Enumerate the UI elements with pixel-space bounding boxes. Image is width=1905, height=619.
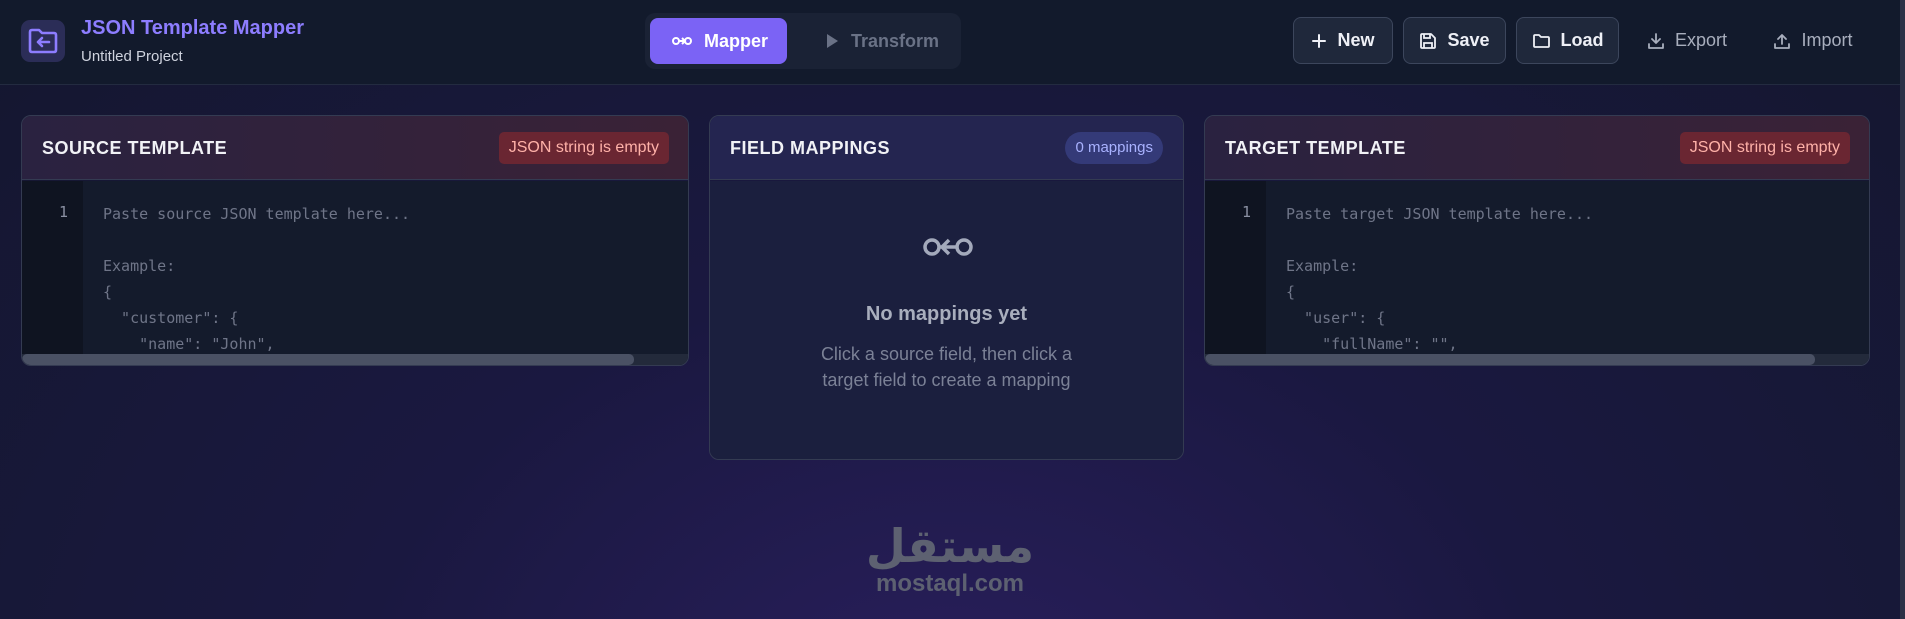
- empty-state-description: Click a source field, then click a targe…: [820, 344, 1073, 390]
- new-button-label: New: [1337, 30, 1375, 50]
- source-json-editor[interactable]: 1 Paste source JSON template here... Exa…: [22, 181, 688, 365]
- target-panel-header: TARGET TEMPLATE JSON string is empty: [1205, 116, 1869, 180]
- tab-mapper[interactable]: Mapper: [650, 18, 787, 64]
- load-button[interactable]: Load: [1516, 17, 1619, 64]
- watermark-arabic: مستقل: [865, 519, 1035, 573]
- export-button[interactable]: Export: [1637, 17, 1737, 64]
- source-panel-header: SOURCE TEMPLATE JSON string is empty: [22, 116, 688, 180]
- line-gutter: 1: [1205, 181, 1266, 365]
- line-number: 1: [1241, 203, 1251, 221]
- folder-icon: [1532, 33, 1550, 48]
- save-button-label: Save: [1447, 30, 1490, 50]
- mappings-panel-header: FIELD MAPPINGS 0 mappings: [710, 116, 1183, 180]
- source-status-badge: JSON string is empty: [498, 132, 669, 164]
- line-gutter: 1: [22, 181, 83, 365]
- field-mappings-panel: FIELD MAPPINGS 0 mappings No mappings ye…: [709, 115, 1184, 460]
- app-header: JSON Template Mapper Untitled Project Ma…: [0, 0, 1905, 85]
- tab-transform-label: Transform: [851, 30, 940, 51]
- mappings-count-badge: 0 mappings: [1065, 132, 1163, 164]
- target-status-badge: JSON string is empty: [1679, 132, 1850, 164]
- horizontal-scrollbar[interactable]: [22, 354, 688, 365]
- save-icon: [1420, 32, 1437, 49]
- target-template-panel: TARGET TEMPLATE JSON string is empty 1 P…: [1204, 115, 1870, 366]
- mappings-panel-title: FIELD MAPPINGS: [730, 138, 891, 158]
- mapping-icon: [672, 37, 692, 45]
- target-editor-placeholder: Paste target JSON template here... Examp…: [1286, 205, 1594, 353]
- plus-icon: [1312, 33, 1327, 48]
- source-editor-placeholder: Paste source JSON template here... Examp…: [103, 205, 411, 353]
- scrollbar-thumb[interactable]: [1205, 354, 1815, 365]
- mappings-empty-state: No mappings yet Click a source field, th…: [710, 181, 1183, 459]
- folder-back-icon: [21, 20, 65, 62]
- page-scrollbar[interactable]: [1900, 0, 1905, 619]
- mode-toggle: Mapper Transform: [645, 13, 961, 69]
- tab-mapper-label: Mapper: [704, 30, 769, 51]
- mapping-icon: [923, 238, 973, 256]
- load-button-label: Load: [1560, 30, 1604, 50]
- empty-state-title: No mappings yet: [865, 303, 1028, 325]
- upload-icon: [1774, 33, 1791, 49]
- new-button[interactable]: New: [1293, 17, 1393, 64]
- import-button[interactable]: Import: [1763, 17, 1863, 64]
- line-number: 1: [58, 203, 68, 221]
- tab-transform[interactable]: Transform: [815, 18, 955, 64]
- source-panel-title: SOURCE TEMPLATE: [42, 138, 228, 158]
- target-panel-title: TARGET TEMPLATE: [1225, 138, 1406, 158]
- play-icon: [827, 34, 838, 48]
- target-json-editor[interactable]: 1 Paste target JSON template here... Exa…: [1205, 181, 1869, 365]
- app-title: JSON Template Mapper: [81, 17, 305, 39]
- watermark-logo: مستقل mostaql.com: [860, 520, 1040, 598]
- scrollbar-thumb[interactable]: [22, 354, 634, 365]
- import-button-label: Import: [1801, 30, 1853, 50]
- horizontal-scrollbar[interactable]: [1205, 354, 1869, 365]
- project-name: Untitled Project: [81, 48, 183, 65]
- save-button[interactable]: Save: [1403, 17, 1506, 64]
- download-icon: [1648, 32, 1664, 49]
- source-template-panel: SOURCE TEMPLATE JSON string is empty 1 P…: [21, 115, 689, 366]
- watermark-latin: mostaql.com: [875, 570, 1025, 597]
- export-button-label: Export: [1674, 30, 1728, 50]
